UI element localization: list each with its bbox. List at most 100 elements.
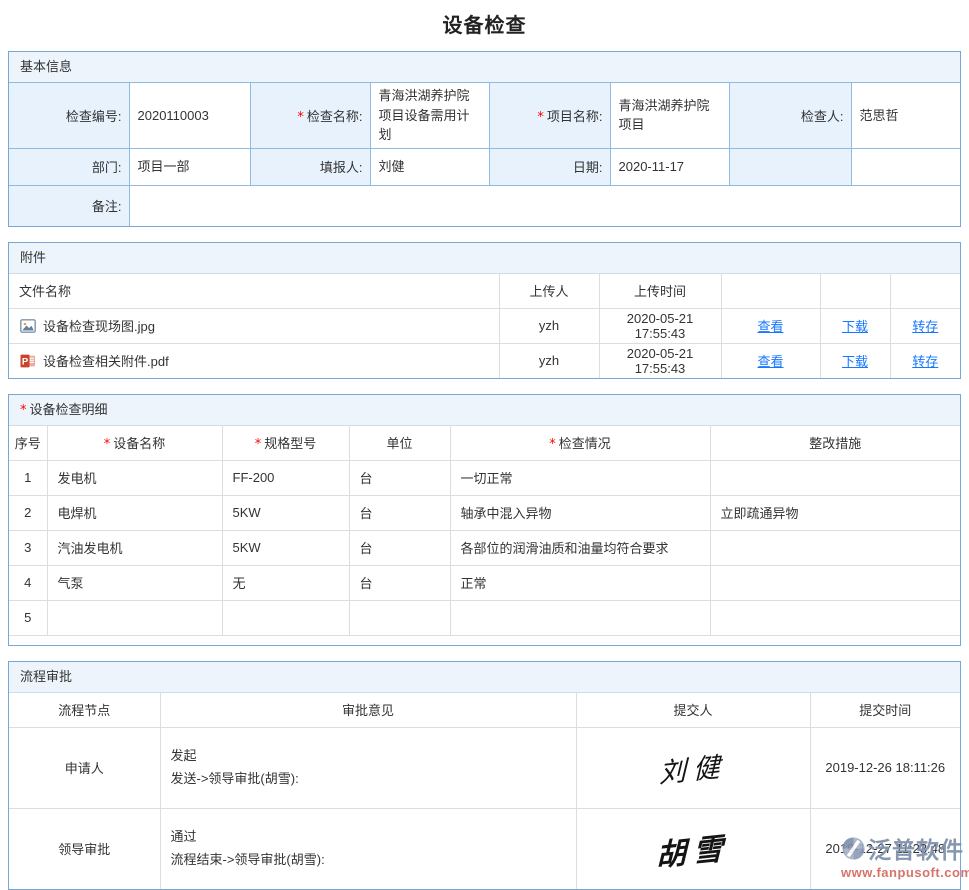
- uploader: yzh: [499, 343, 599, 378]
- image-file-icon: [20, 318, 36, 334]
- attachments-table: 文件名称 上传人 上传时间 设备检查现场图.jpg yzh 2020-05-21…: [9, 274, 960, 378]
- table-row: 检查编号: 2020110003 *检查名称: 青海洪湖养护院项目设备需用计划 …: [9, 83, 960, 148]
- file-name: 设备检查相关附件.pdf: [43, 351, 169, 370]
- device-name: 气泵: [47, 565, 222, 600]
- field-value-department: 项目一部: [129, 148, 250, 185]
- seq: 5: [9, 600, 47, 635]
- file-name-cell: 设备检查现场图.jpg: [10, 316, 498, 335]
- unit: 台: [349, 460, 450, 495]
- approval-row: 申请人 发起 发送->领导审批(胡雪): 刘健 2019-12-26 18:11…: [9, 727, 960, 808]
- field-value-check-no: 2020110003: [129, 83, 250, 148]
- required-mark: *: [104, 437, 111, 452]
- field-label-date: 日期:: [489, 148, 610, 185]
- transfer-link[interactable]: 转存: [912, 319, 938, 334]
- status: 轴承中混入异物: [450, 495, 710, 530]
- col-header-node: 流程节点: [9, 693, 160, 728]
- col-header-action2: [820, 274, 890, 309]
- opinion-line: 通过: [171, 828, 576, 846]
- seq: 3: [9, 530, 47, 565]
- detail-row: 2 电焊机 5KW 台 轴承中混入异物 立即疏通异物: [9, 495, 960, 530]
- model: FF-200: [222, 460, 349, 495]
- field-value-empty: [851, 148, 960, 185]
- approval-opinion: 发起 发送->领导审批(胡雪):: [160, 727, 576, 808]
- col-header-status: *检查情况: [450, 426, 710, 461]
- col-header-model: *规格型号: [222, 426, 349, 461]
- field-value-filler: 刘健: [370, 148, 489, 185]
- required-mark: *: [549, 437, 556, 452]
- field-label-check-name: *检查名称:: [250, 83, 370, 148]
- field-label-check-no: 检查编号:: [9, 83, 129, 148]
- approval-table: 流程节点 审批意见 提交人 提交时间 申请人 发起 发送->领导审批(胡雪): …: [9, 693, 960, 889]
- required-mark: *: [537, 110, 544, 125]
- upload-time: 2020-05-21 17:55:43: [599, 343, 721, 378]
- field-value-date: 2020-11-17: [610, 148, 729, 185]
- measure: [710, 600, 960, 635]
- col-header-submit-time: 提交时间: [810, 693, 960, 728]
- measure: [710, 460, 960, 495]
- download-link[interactable]: 下载: [842, 354, 868, 369]
- page-title: 设备检查: [0, 9, 969, 38]
- measure: 立即疏通异物: [710, 495, 960, 530]
- measure: [710, 565, 960, 600]
- table-header-row: 序号 *设备名称 *规格型号 单位 *检查情况 整改措施: [9, 426, 960, 461]
- view-link[interactable]: 查看: [757, 354, 783, 369]
- col-header-file-name: 文件名称: [9, 274, 499, 309]
- approval-panel: 流程审批 流程节点 审批意见 提交人 提交时间 申请人 发起 发送->领导审批(…: [8, 661, 961, 890]
- model: 5KW: [222, 495, 349, 530]
- status: [450, 600, 710, 635]
- col-header-submitter: 提交人: [576, 693, 810, 728]
- field-value-remark: [129, 185, 960, 226]
- field-label-remark: 备注:: [9, 185, 129, 226]
- flow-node: 申请人: [9, 727, 160, 808]
- required-mark: *: [255, 437, 262, 452]
- attachments-header: 附件: [9, 243, 960, 274]
- uploader: yzh: [499, 308, 599, 343]
- basic-info-header: 基本信息: [9, 52, 960, 83]
- approval-opinion: 通过 流程结束->领导审批(胡雪):: [160, 808, 576, 889]
- field-label-inspector: 检查人:: [729, 83, 851, 148]
- col-header-action1: [721, 274, 820, 309]
- inspection-detail-panel: *设备检查明细 序号 *设备名称 *规格型号 单位 *检查情况 整改措施 1 发…: [8, 394, 961, 646]
- status: 正常: [450, 565, 710, 600]
- field-label-department: 部门:: [9, 148, 129, 185]
- device-name: 电焊机: [47, 495, 222, 530]
- col-header-unit: 单位: [349, 426, 450, 461]
- model: 5KW: [222, 530, 349, 565]
- required-mark: *: [297, 110, 304, 125]
- file-name: 设备检查现场图.jpg: [43, 316, 155, 335]
- field-label-project-name: *项目名称:: [489, 83, 610, 148]
- col-header-opinion: 审批意见: [160, 693, 576, 728]
- required-mark: *: [20, 403, 27, 418]
- transfer-link[interactable]: 转存: [912, 354, 938, 369]
- view-link[interactable]: 查看: [757, 319, 783, 334]
- device-name: 发电机: [47, 460, 222, 495]
- unit: [349, 600, 450, 635]
- measure: [710, 530, 960, 565]
- unit: 台: [349, 530, 450, 565]
- inspection-detail-header: *设备检查明细: [9, 395, 960, 426]
- detail-row: 4 气泵 无 台 正常: [9, 565, 960, 600]
- col-header-action3: [890, 274, 960, 309]
- field-value-check-name: 青海洪湖养护院项目设备需用计划: [370, 83, 489, 148]
- detail-row: 1 发电机 FF-200 台 一切正常: [9, 460, 960, 495]
- signature: 胡雪: [656, 823, 730, 875]
- col-header-device-name: *设备名称: [47, 426, 222, 461]
- pdf-file-icon: P: [20, 353, 36, 369]
- col-header-measure: 整改措施: [710, 426, 960, 461]
- device-name: [47, 600, 222, 635]
- field-label-filler: 填报人:: [250, 148, 370, 185]
- flow-node: 领导审批: [9, 808, 160, 889]
- detail-row: 5: [9, 600, 960, 635]
- col-header-upload-time: 上传时间: [599, 274, 721, 309]
- approval-row: 领导审批 通过 流程结束->领导审批(胡雪): 胡雪 2019-12-27 11…: [9, 808, 960, 889]
- file-name-cell: P 设备检查相关附件.pdf: [10, 351, 498, 370]
- approval-header: 流程审批: [9, 662, 960, 693]
- basic-info-table: 检查编号: 2020110003 *检查名称: 青海洪湖养护院项目设备需用计划 …: [9, 83, 960, 226]
- status: 一切正常: [450, 460, 710, 495]
- field-label-empty: [729, 148, 851, 185]
- attachment-row: P 设备检查相关附件.pdf yzh 2020-05-21 17:55:43 查…: [9, 343, 960, 378]
- download-link[interactable]: 下载: [842, 319, 868, 334]
- opinion-line: 流程结束->领导审批(胡雪):: [171, 851, 576, 869]
- col-header-seq: 序号: [9, 426, 47, 461]
- field-value-inspector: 范思哲: [851, 83, 960, 148]
